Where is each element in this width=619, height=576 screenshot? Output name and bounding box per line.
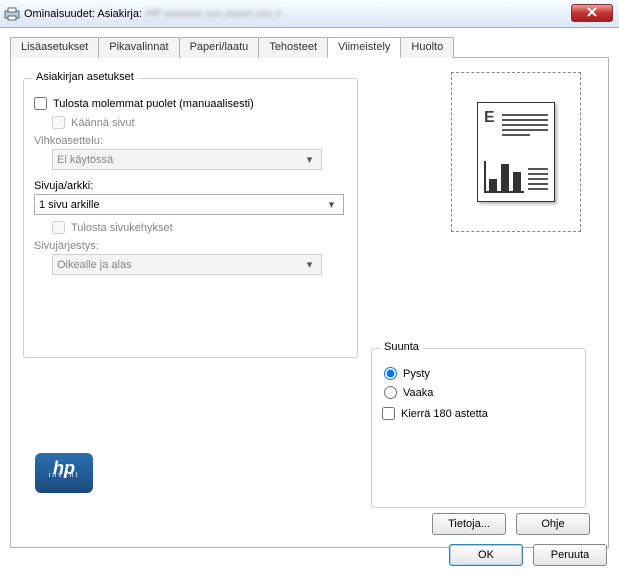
chevron-down-icon[interactable]: ▾ xyxy=(324,198,339,211)
printer-icon xyxy=(4,7,20,21)
preview-text-lines2-icon xyxy=(528,165,548,193)
checkbox-print-both-sides[interactable]: Tulosta molemmat puolet (manuaalisesti) xyxy=(34,97,347,110)
chevron-down-icon: ▾ xyxy=(302,258,317,271)
tab-lisaasetukset[interactable]: Lisäasetukset xyxy=(10,37,99,58)
checkbox-print-borders-input xyxy=(52,221,65,234)
select-booklet: Ei käytössä ▾ xyxy=(52,149,322,170)
group-orientation: Suunta Pysty Vaaka Kierrä 180 astetta xyxy=(371,348,586,508)
tab-tehosteet[interactable]: Tehosteet xyxy=(258,37,328,58)
cancel-button[interactable]: Peruuta xyxy=(533,544,607,566)
about-button[interactable]: Tietoja... xyxy=(432,513,506,535)
radio-portrait-input[interactable] xyxy=(384,367,397,380)
checkbox-flip-pages-input xyxy=(52,116,65,129)
checkbox-print-both-sides-label: Tulosta molemmat puolet (manuaalisesti) xyxy=(53,98,254,110)
tab-huolto[interactable]: Huolto xyxy=(400,37,454,58)
tab-pikavalinnat[interactable]: Pikavalinnat xyxy=(98,37,179,58)
select-page-order: Oikealle ja alas ▾ xyxy=(52,254,322,275)
page-preview-page: E xyxy=(477,102,555,202)
help-button[interactable]: Ohje xyxy=(516,513,590,535)
checkbox-rotate-180[interactable]: Kierrä 180 astetta xyxy=(382,407,575,420)
checkbox-rotate-180-input[interactable] xyxy=(382,407,395,420)
radio-landscape-input[interactable] xyxy=(384,386,397,399)
tab-viimeistely[interactable]: Viimeistely xyxy=(327,37,401,58)
preview-letter-icon: E xyxy=(484,109,495,127)
select-booklet-value: Ei käytössä xyxy=(57,154,113,166)
hp-logo: hp xyxy=(35,453,93,493)
client-area: Lisäasetukset Pikavalinnat Paperi/laatu … xyxy=(0,28,619,576)
radio-portrait[interactable]: Pysty xyxy=(384,367,573,380)
group-document-legend: Asiakirjan asetukset xyxy=(32,71,138,83)
select-pages-per-sheet[interactable]: 1 sivu arkille ▾ xyxy=(34,194,344,215)
tab-body: Asiakirjan asetukset Tulosta molemmat pu… xyxy=(10,58,609,548)
window-title: Ominaisuudet: Asiakirja: xyxy=(24,8,142,20)
group-document-settings: Asiakirjan asetukset Tulosta molemmat pu… xyxy=(23,78,358,358)
chevron-down-icon: ▾ xyxy=(302,153,317,166)
tab-strip: Lisäasetukset Pikavalinnat Paperi/laatu … xyxy=(10,36,609,58)
select-page-order-value: Oikealle ja alas xyxy=(57,259,132,271)
dialog-button-row: OK Peruuta xyxy=(449,544,607,566)
radio-portrait-label: Pysty xyxy=(403,368,430,380)
label-page-order: Sivujärjestys: xyxy=(34,240,347,252)
checkbox-rotate-180-label: Kierrä 180 astetta xyxy=(401,408,488,420)
radio-landscape[interactable]: Vaaka xyxy=(384,386,573,399)
checkbox-print-borders: Tulosta sivukehykset xyxy=(52,221,347,234)
preview-chart-icon xyxy=(484,161,524,193)
ok-button[interactable]: OK xyxy=(449,544,523,566)
label-pages-per-sheet: Sivuja/arkki: xyxy=(34,180,347,192)
radio-landscape-label: Vaaka xyxy=(403,387,433,399)
group-orientation-legend: Suunta xyxy=(380,341,423,353)
window-title-printer: HP xxxxxxx xxx xxxxx xxx x xyxy=(146,8,281,20)
checkbox-print-borders-label: Tulosta sivukehykset xyxy=(71,222,173,234)
close-button[interactable] xyxy=(571,4,613,22)
checkbox-print-both-sides-input[interactable] xyxy=(34,97,47,110)
titlebar: Ominaisuudet: Asiakirja: HP xxxxxxx xxx … xyxy=(0,0,619,28)
checkbox-flip-pages-label: Käännä sivut xyxy=(71,117,135,129)
page-preview: E xyxy=(451,72,581,232)
select-pages-per-sheet-value: 1 sivu arkille xyxy=(39,199,100,211)
preview-text-lines-icon xyxy=(502,111,548,139)
checkbox-flip-pages: Käännä sivut xyxy=(52,116,347,129)
label-booklet: Vihkoasettelu: xyxy=(34,135,347,147)
tab-paperi-laatu[interactable]: Paperi/laatu xyxy=(179,37,260,58)
inner-button-row: Tietoja... Ohje xyxy=(432,513,590,535)
